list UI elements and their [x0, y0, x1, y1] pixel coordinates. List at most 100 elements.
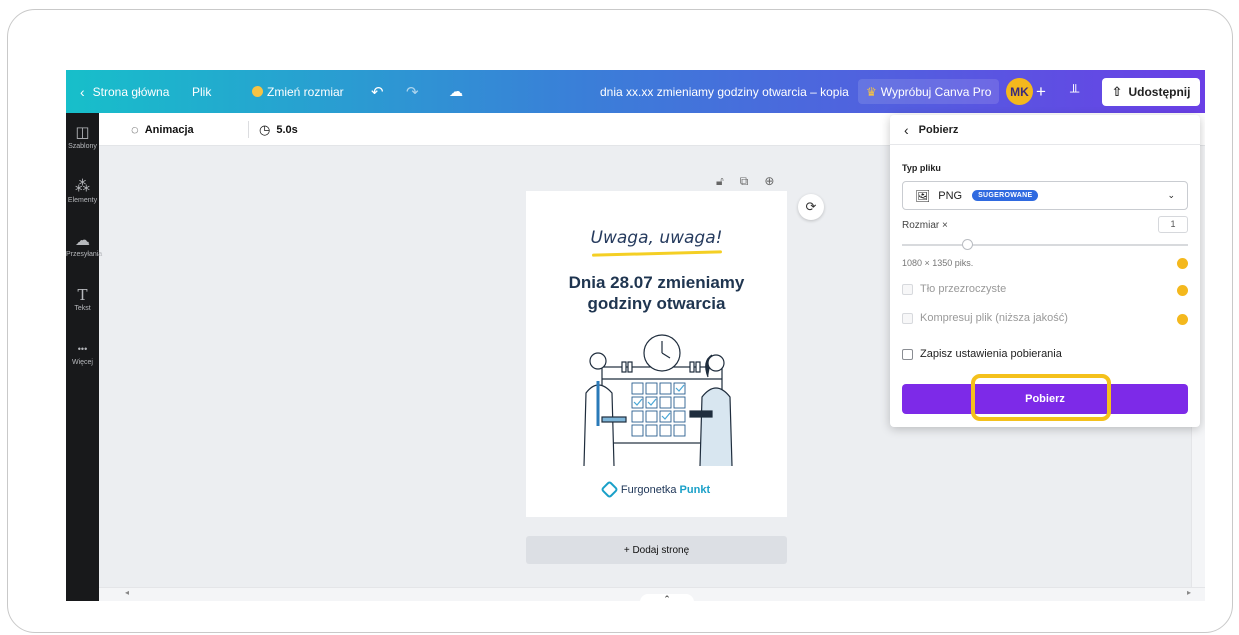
sidebar-item-text[interactable]: T Tekst	[66, 287, 99, 312]
scroll-right-icon[interactable]: ▸	[1187, 588, 1191, 597]
comment-button[interactable]: ⟳	[798, 194, 824, 220]
cloud-sync-button[interactable]: ☁	[449, 70, 463, 113]
pro-crown-icon	[1177, 285, 1188, 296]
duplicate-icon[interactable]: ⧉	[740, 174, 749, 189]
avatar[interactable]: MK	[1006, 78, 1033, 105]
try-pro-button[interactable]: ♛ Wypróbuj Canva Pro	[858, 79, 1000, 104]
download-panel-header[interactable]: ‹ Pobierz	[890, 115, 1200, 145]
sidebar-item-label: Szablony	[68, 143, 97, 150]
canva-editor: ‹ Strona główna Plik Zmień rozmiar ↶ ↷ ☁…	[66, 70, 1205, 601]
insights-button[interactable]: ╨	[1070, 70, 1079, 113]
upload-icon: ⇧	[1111, 84, 1123, 99]
home-label: Strona główna	[92, 84, 170, 99]
screenshot-frame: ‹ Strona główna Plik Zmień rozmiar ↶ ↷ ☁…	[7, 9, 1233, 633]
yellow-underline	[591, 250, 723, 257]
scroll-left-icon[interactable]: ◂	[125, 588, 129, 597]
animation-button[interactable]: ◌ Animacja	[131, 113, 194, 146]
redo-button[interactable]: ↷	[406, 70, 419, 113]
document-title[interactable]: dnia xx.xx zmieniamy godziny otwarcia – …	[600, 70, 849, 113]
checkbox[interactable]	[902, 312, 913, 324]
file-label: Plik	[192, 84, 212, 99]
duration-label: 5.0s	[276, 123, 298, 136]
undo-button[interactable]: ↶	[371, 70, 384, 113]
duration-button[interactable]: ◷ 5.0s	[259, 113, 298, 146]
headline-line-2: godziny otwarcia	[587, 294, 726, 313]
share-label: Udostępnij	[1128, 85, 1191, 99]
crown-icon: ♛	[866, 84, 877, 99]
document-title-text: dnia xx.xx zmieniamy godziny otwarcia – …	[600, 84, 849, 99]
size-slider-track[interactable]	[902, 244, 1188, 246]
size-dimensions: 1080 × 1350 piks.	[902, 258, 974, 268]
chevron-up-icon: ⌃	[663, 594, 671, 601]
lock-icon[interactable]: 🔓︎	[716, 174, 724, 189]
add-collaborator-button[interactable]: +	[1036, 70, 1046, 113]
redo-icon: ↷	[406, 83, 419, 101]
option-label: Tło przezroczyste	[920, 283, 1007, 295]
chevron-left-icon: ‹	[80, 83, 85, 100]
pro-crown-icon	[1177, 258, 1188, 269]
logo-accent: Punkt	[679, 483, 711, 496]
templates-icon: ◫	[75, 124, 90, 141]
sidebar-item-label: Przesyłania	[66, 251, 103, 258]
clock-icon: ◷	[259, 121, 271, 137]
size-label: Rozmiar ×	[902, 220, 948, 231]
more-icon: •••	[77, 344, 88, 354]
design-headline[interactable]: Dnia 28.07 zmieniamy godziny otwarcia	[526, 272, 787, 314]
share-button[interactable]: ⇧ Udostępnij	[1102, 78, 1200, 106]
sidebar-item-label: Elementy	[67, 197, 98, 204]
cloud-check-icon: ☁	[449, 83, 463, 99]
transparent-background-option[interactable]: Tło przezroczyste	[902, 283, 1006, 295]
brand-logo[interactable]: Furgonetka Punkt	[526, 480, 787, 499]
calendar-people-illustration[interactable]	[562, 331, 752, 466]
upload-cloud-icon: ☁	[75, 232, 90, 249]
download-button-highlight	[971, 374, 1111, 421]
box-logo-icon	[600, 480, 619, 499]
notes-toggle[interactable]: ⌃	[640, 594, 694, 601]
top-bar: ‹ Strona główna Plik Zmień rozmiar ↶ ↷ ☁…	[66, 70, 1205, 113]
file-menu[interactable]: Plik	[192, 70, 211, 113]
sidebar-item-label: Więcej	[71, 359, 93, 366]
page-tools: 🔓︎ ⧉ ⊕	[716, 174, 774, 189]
size-slider-thumb[interactable]	[962, 239, 974, 250]
checkbox[interactable]	[902, 348, 913, 360]
file-type-value: PNG	[938, 189, 963, 202]
compress-file-option[interactable]: Kompresuj plik (niższa jakość)	[902, 312, 1068, 324]
plus-icon: +	[1036, 81, 1046, 101]
animation-icon: ◌	[131, 122, 139, 137]
sidebar-item-more[interactable]: ••• Więcej	[66, 341, 99, 366]
chevron-down-icon: ⌄	[1167, 190, 1175, 200]
add-page-icon[interactable]: ⊕	[764, 174, 774, 189]
toolbar-divider	[248, 121, 249, 138]
logo-name: Furgonetka	[620, 483, 677, 496]
option-label: Zapisz ustawienia pobierania	[920, 348, 1062, 360]
left-sidebar: ◫ Szablony ⁂ Elementy ☁ Przesyłania T Te…	[66, 113, 103, 601]
comment-add-icon: ⟳	[805, 199, 817, 214]
resize-label: Zmień rozmiar	[267, 84, 344, 99]
bar-chart-icon: ╨	[1070, 84, 1080, 99]
resize-button[interactable]: Zmień rozmiar	[252, 70, 344, 113]
design-headline-top[interactable]: Uwaga, uwaga!	[526, 228, 787, 248]
pro-crown-icon	[1177, 314, 1188, 325]
file-type-label: Typ pliku	[902, 163, 941, 173]
option-label: Kompresuj plik (niższa jakość)	[920, 312, 1068, 324]
text-icon: T	[77, 286, 88, 304]
chevron-left-icon[interactable]: ‹	[904, 122, 909, 138]
size-input[interactable]: 1	[1158, 216, 1188, 233]
file-type-select[interactable]: 🖼︎ PNG SUGEROWANE ⌄	[902, 181, 1188, 210]
crown-icon	[252, 86, 263, 97]
design-page[interactable]: Uwaga, uwaga! Dnia 28.07 zmieniamy godzi…	[526, 191, 787, 517]
sidebar-item-uploads[interactable]: ☁ Przesyłania	[66, 232, 103, 259]
suggested-badge: SUGEROWANE	[972, 190, 1039, 201]
add-page-button[interactable]: + Dodaj stronę	[526, 536, 787, 564]
headline-line-1: Dnia 28.07 zmieniamy	[568, 273, 745, 292]
undo-icon: ↶	[371, 83, 384, 101]
checkbox[interactable]	[902, 283, 913, 295]
animation-label: Animacja	[144, 123, 194, 136]
sidebar-item-templates[interactable]: ◫ Szablony	[66, 124, 99, 151]
elements-icon: ⁂	[75, 178, 90, 195]
save-download-settings-option[interactable]: Zapisz ustawienia pobierania	[902, 348, 1062, 360]
image-icon: 🖼︎	[915, 188, 931, 203]
sidebar-item-elements[interactable]: ⁂ Elementy	[66, 178, 99, 205]
try-pro-label: Wypróbuj Canva Pro	[880, 84, 992, 99]
home-link[interactable]: ‹ Strona główna	[80, 70, 169, 113]
